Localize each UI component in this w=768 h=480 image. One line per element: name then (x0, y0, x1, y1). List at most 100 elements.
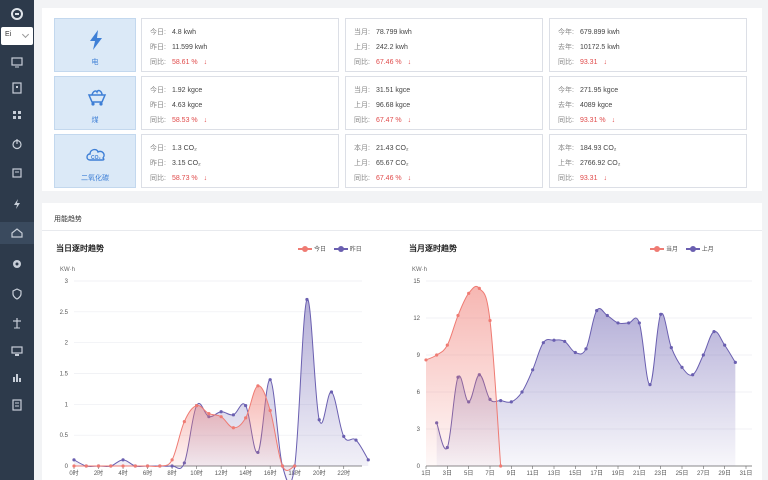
data-point (158, 464, 162, 468)
data-point (445, 343, 449, 347)
data-point (231, 413, 235, 417)
bolt-icon (90, 30, 102, 50)
data-point (280, 464, 285, 468)
data-point (145, 464, 150, 468)
nav-meter[interactable] (0, 162, 34, 184)
y-tick-label: 3 (65, 279, 69, 285)
coal-cart-icon (87, 89, 107, 106)
stat-year-electricity: 今年: 679.899 kwh 去年: 10172.5 kwh 同比: 93.31 ↓ (549, 18, 747, 72)
sidebar: Ei (0, 0, 34, 480)
data-point (293, 464, 297, 468)
data-point (121, 464, 125, 468)
x-tick-label: 12时 (215, 469, 228, 477)
legend-item-yesterday[interactable]: 昨日 (333, 244, 362, 253)
arrow-down-icon: ↓ (203, 117, 208, 124)
data-point (84, 464, 88, 468)
stat-month-electricity: 当月: 78.799 kwh 上月: 242.2 kwh 同比: 67.46 % ↓ (345, 18, 543, 72)
data-point (627, 321, 631, 325)
nav-settings[interactable] (0, 253, 34, 275)
legend-item-this-month[interactable]: 当月 (650, 244, 678, 253)
x-tick-label: 0时 (69, 469, 78, 477)
logo-icon (11, 8, 23, 20)
nav-building[interactable] (0, 77, 34, 99)
data-point (170, 458, 174, 462)
data-point (317, 418, 321, 422)
data-point (219, 410, 223, 414)
svg-text:CO₂: CO₂ (91, 155, 101, 161)
energy-type-co2[interactable]: CO₂ 二氧化碳 (54, 134, 136, 188)
x-tick-label: 20时 (313, 469, 326, 477)
x-tick-label: 6时 (143, 469, 152, 477)
nav-monitor[interactable] (0, 51, 34, 73)
stat-day-co2: 今日: 1.3 CO₂ 昨日: 3.15 CO₂ 同比: 58.73 % ↓ (141, 134, 339, 188)
nav-grid[interactable] (0, 104, 34, 126)
stat-day-electricity: 今日: 4.8 kwh 昨日: 11.599 kwh 同比: 58.61 % ↓ (141, 18, 339, 72)
x-tick-label: 21日 (633, 470, 646, 477)
arrow-down-icon: ↓ (603, 59, 607, 66)
tower-icon (13, 318, 21, 329)
language-select[interactable]: Ei (1, 27, 33, 45)
data-point (354, 438, 358, 442)
legend-item-today[interactable]: 今日 (298, 244, 326, 253)
stat-month-co2: 本月: 21.43 CO₂ 上月: 65.67 CO₂ 同比: 67.46 % ↓ (345, 134, 543, 188)
arrow-down-icon: ↓ (203, 175, 208, 182)
arrow-down-icon: ↓ (603, 175, 607, 182)
data-point (244, 403, 248, 408)
legend-item-last-month[interactable]: 上月 (685, 244, 714, 253)
nav-power[interactable] (0, 133, 34, 155)
x-tick-label: 31日 (740, 470, 753, 477)
nav-device[interactable] (0, 340, 34, 362)
energy-trend-card: 用能趋势 当日逐时趋势 今日 昨日 当月逐时趋势 当月 上月 KW·h 0 0.5 1… (42, 203, 762, 480)
nav-home[interactable] (0, 222, 34, 244)
data-point (605, 313, 609, 318)
energy-type-label: 二氧化碳 (81, 175, 109, 182)
nav-report[interactable] (0, 394, 34, 416)
stat-day-coal: 今日: 1.92 kgce 昨日: 4.63 kgce 同比: 58.53 % ↓ (141, 76, 339, 130)
data-point (244, 416, 248, 420)
nav-statistics[interactable] (0, 366, 34, 388)
x-tick-label: 1日 (421, 470, 430, 477)
x-tick-label: 16时 (264, 469, 277, 477)
x-tick-label: 23日 (654, 470, 667, 477)
data-point (435, 353, 439, 357)
data-point (616, 321, 620, 325)
stat-year-coal: 今年: 271.95 kgce 去年: 4089 kgce 同比: 93.31 % ↓ (549, 76, 747, 130)
nav-tower[interactable] (0, 312, 34, 334)
gear-icon (13, 260, 21, 268)
x-tick-label: 25日 (676, 470, 689, 477)
data-point (72, 464, 76, 468)
energy-type-coal[interactable]: 煤 (54, 76, 136, 130)
data-point (96, 464, 101, 468)
data-point (477, 286, 481, 290)
device-icon (11, 346, 23, 356)
data-point (552, 338, 556, 342)
x-tick-label: 13日 (548, 470, 561, 477)
energy-type-electricity[interactable]: 电 (54, 18, 136, 72)
nav-security[interactable] (0, 283, 34, 305)
arrow-down-icon: ↓ (407, 59, 412, 66)
data-point (669, 346, 673, 350)
data-point (121, 458, 125, 462)
data-point (207, 411, 211, 416)
chevron-down-icon (21, 30, 30, 39)
legend-monthly: 当月 上月 (644, 244, 714, 253)
chart-title-monthly: 当月逐时趋势 (409, 244, 457, 253)
y-tick-label: 12 (413, 316, 420, 322)
data-point (701, 353, 705, 357)
y-axis-label: KW·h (412, 267, 427, 273)
data-point (268, 408, 272, 413)
data-point (488, 318, 492, 323)
data-point (680, 365, 684, 369)
arrow-down-icon: ↓ (611, 117, 616, 124)
bolt-icon (14, 199, 20, 209)
chart-title-daily: 当日逐时趋势 (56, 244, 104, 253)
grid-icon (13, 111, 21, 119)
nav-energy[interactable] (0, 193, 34, 215)
y-tick-label: 15 (413, 279, 420, 285)
x-tick-label: 8时 (167, 469, 176, 477)
data-point (424, 358, 428, 362)
y-axis-label: KW·h (60, 267, 75, 273)
data-point (256, 384, 260, 388)
y-tick-label: 3 (417, 427, 421, 433)
power-icon (12, 139, 22, 150)
